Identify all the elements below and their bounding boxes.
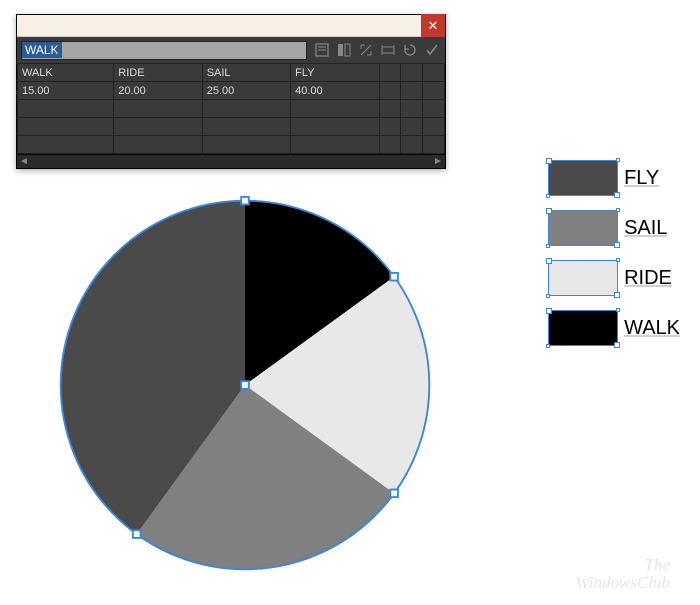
toolbar-icons	[313, 41, 441, 59]
grid-cell[interactable]	[423, 82, 445, 100]
horizontal-scrollbar[interactable]: ◄ ►	[17, 154, 445, 168]
scroll-right-icon[interactable]: ►	[431, 155, 445, 169]
selection-handle[interactable]	[133, 530, 141, 538]
grid-header[interactable]: WALK	[18, 64, 114, 82]
pie-svg	[55, 195, 435, 575]
grid-cell[interactable]: 15.00	[18, 82, 114, 100]
scroll-left-icon[interactable]: ◄	[17, 155, 31, 169]
legend-label: FLY	[624, 167, 659, 190]
swatch-fly	[548, 160, 618, 196]
grid-header[interactable]: SAIL	[202, 64, 290, 82]
entry-input[interactable]: WALK	[21, 41, 307, 60]
selection-handle[interactable]	[241, 197, 249, 205]
grid-header[interactable]	[423, 64, 445, 82]
grid-header[interactable]: RIDE	[114, 64, 202, 82]
panel-toolbar: WALK	[17, 37, 445, 63]
grid-row	[18, 136, 445, 154]
selection-handle[interactable]	[390, 273, 398, 281]
transpose-icon[interactable]	[335, 41, 353, 59]
legend-label: SAIL	[624, 217, 667, 240]
swap-xy-icon[interactable]	[357, 41, 375, 59]
grid-cell[interactable]	[379, 82, 401, 100]
grid-cell[interactable]: 25.00	[202, 82, 290, 100]
graph-data-panel: ✕ WALK WALK RIDE SAIL FLY 15.00 20.00 25…	[16, 14, 446, 169]
grid-header[interactable]	[379, 64, 401, 82]
grid-header-row: WALK RIDE SAIL FLY	[18, 64, 445, 82]
legend-label: WALK	[624, 317, 680, 340]
swatch-sail	[548, 210, 618, 246]
legend-label: RIDE	[624, 267, 672, 290]
legend-item-walk[interactable]: WALK	[548, 310, 680, 346]
panel-titlebar[interactable]: ✕	[17, 15, 445, 37]
selection-handle[interactable]	[390, 490, 398, 498]
legend: FLY SAIL RIDE WALK	[548, 160, 680, 346]
entry-value: WALK	[22, 42, 62, 58]
swatch-walk	[548, 310, 618, 346]
grid-row	[18, 100, 445, 118]
grid-row: 15.00 20.00 25.00 40.00	[18, 82, 445, 100]
selection-handle[interactable]	[241, 381, 249, 389]
grid-header[interactable]: FLY	[291, 64, 379, 82]
legend-item-sail[interactable]: SAIL	[548, 210, 680, 246]
import-data-icon[interactable]	[313, 41, 331, 59]
grid-cell[interactable]: 40.00	[291, 82, 379, 100]
watermark: The WindowsClub	[576, 556, 670, 593]
close-icon[interactable]: ✕	[421, 14, 445, 37]
grid-row	[18, 118, 445, 136]
pie-chart[interactable]	[55, 195, 435, 575]
cell-style-icon[interactable]	[379, 41, 397, 59]
legend-item-ride[interactable]: RIDE	[548, 260, 680, 296]
apply-icon[interactable]	[423, 41, 441, 59]
grid-cell[interactable]	[401, 82, 423, 100]
grid-header[interactable]	[401, 64, 423, 82]
grid-cell[interactable]: 20.00	[114, 82, 202, 100]
swatch-ride	[548, 260, 618, 296]
revert-icon[interactable]	[401, 41, 419, 59]
legend-item-fly[interactable]: FLY	[548, 160, 680, 196]
data-grid[interactable]: WALK RIDE SAIL FLY 15.00 20.00 25.00 40.…	[17, 63, 445, 154]
